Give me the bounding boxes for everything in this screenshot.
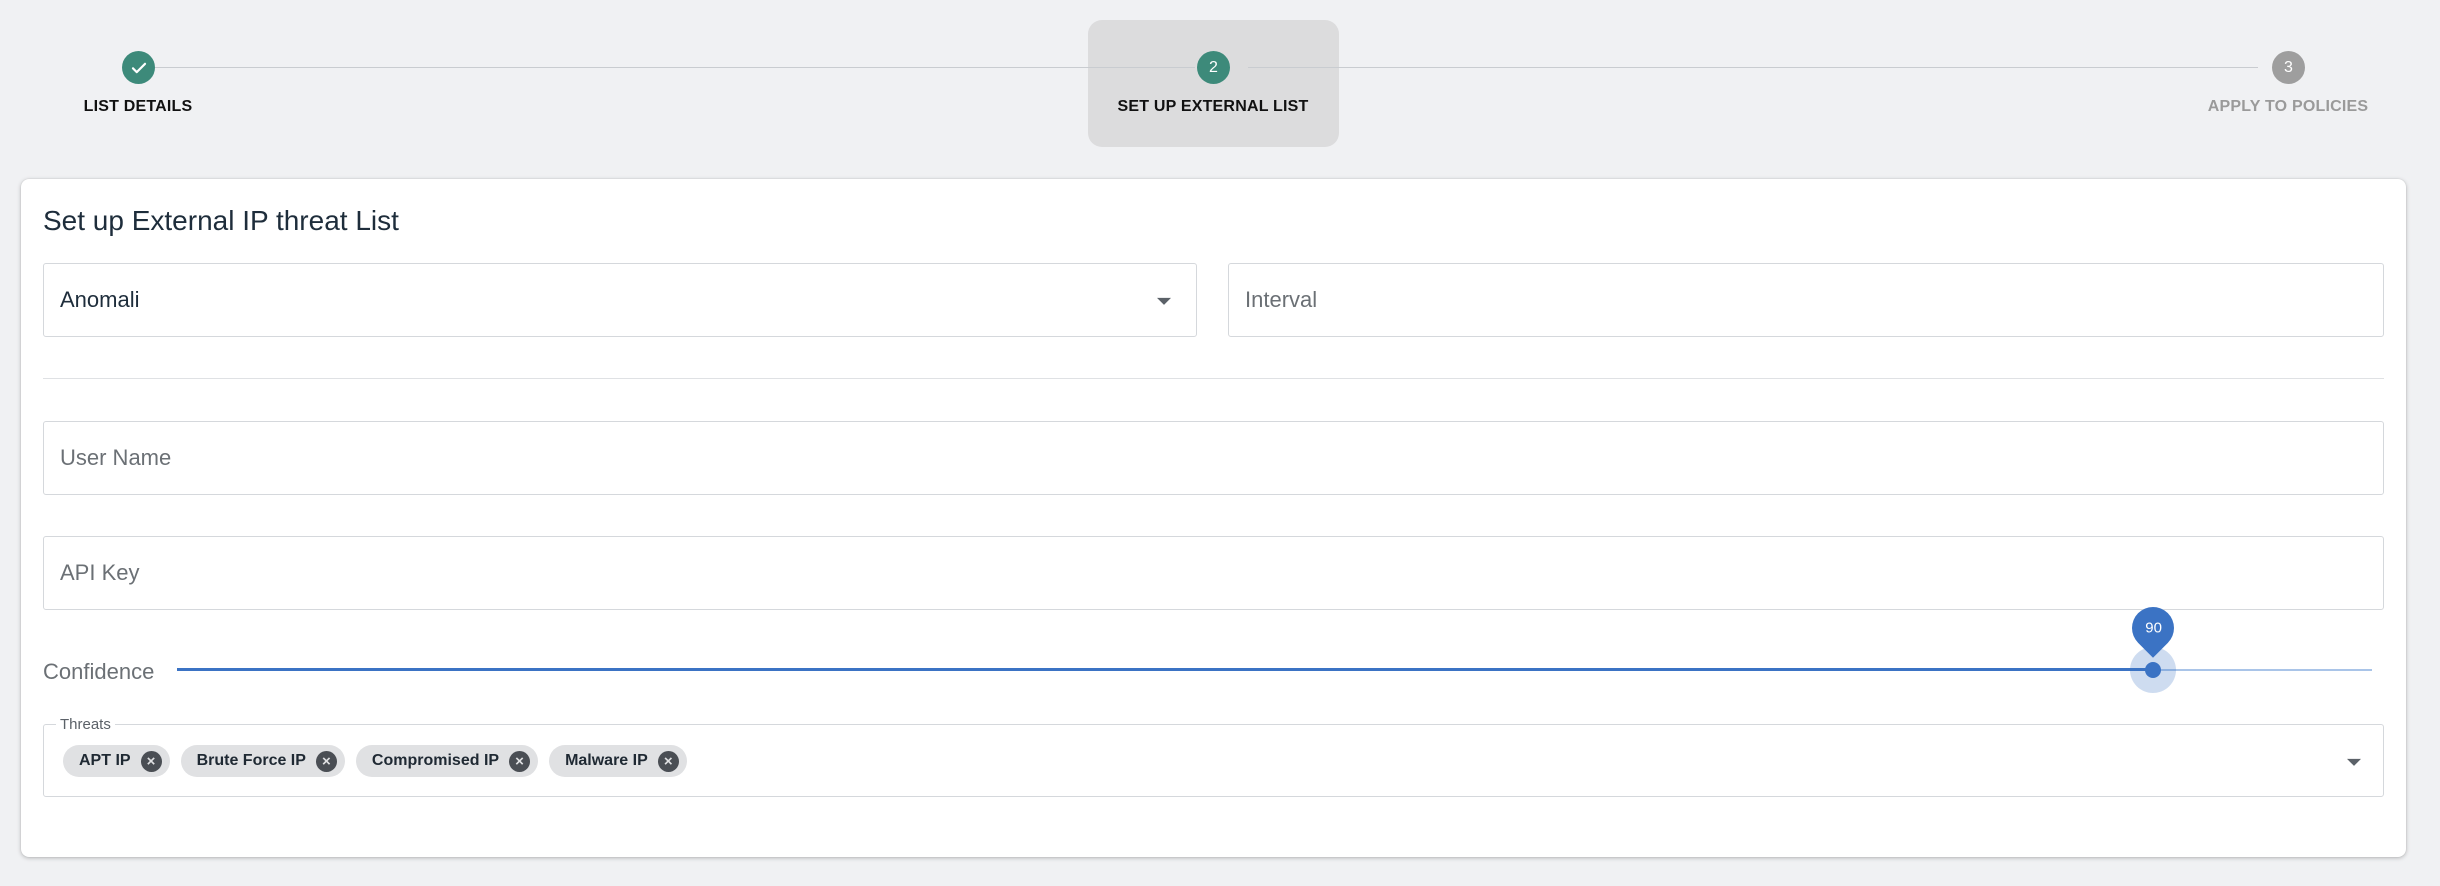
step-label: SET UP EXTERNAL LIST [1117, 98, 1309, 115]
divider [43, 378, 2384, 379]
step-label: APPLY TO POLICIES [2207, 98, 2369, 115]
step-label: LIST DETAILS [83, 98, 193, 115]
close-icon[interactable]: × [140, 750, 162, 772]
api-key-field[interactable]: API Key [43, 536, 2384, 610]
chip-label: Brute Force IP [196, 752, 306, 769]
provider-value: Anomali [60, 287, 140, 312]
chip-label: Compromised IP [371, 752, 500, 769]
provider-select[interactable]: Anomali [43, 263, 1197, 337]
api-key-placeholder: API Key [60, 560, 140, 585]
stepper: LIST DETAILS 2 SET UP EXTERNAL LIST 3 AP… [0, 0, 2440, 170]
close-icon[interactable]: × [509, 750, 531, 772]
confidence-slider[interactable]: 90 [177, 598, 2372, 693]
chevron-down-icon [1157, 297, 1171, 305]
interval-field[interactable]: Interval [1228, 263, 2384, 337]
slider-value: 90 [2144, 619, 2162, 637]
slider-track [177, 668, 2153, 671]
step-number: 2 [1197, 51, 1230, 84]
threat-chip[interactable]: APT IP × [63, 745, 170, 777]
username-field[interactable]: User Name [43, 421, 2384, 495]
threat-chip[interactable]: Compromised IP × [355, 745, 539, 777]
close-icon[interactable]: × [315, 750, 337, 772]
check-icon [122, 51, 155, 84]
external-list-card: Set up External IP threat List Anomali I… [21, 179, 2406, 857]
interval-placeholder: Interval [1245, 287, 1318, 312]
slider-thumb[interactable] [2145, 662, 2161, 678]
chip-label: APT IP [79, 752, 131, 769]
confidence-label: Confidence [43, 659, 155, 684]
close-icon[interactable]: × [657, 750, 679, 772]
threats-select[interactable]: Threats APT IP × Brute Force IP × Compromise… [43, 716, 2384, 797]
threat-chip[interactable]: Brute Force IP × [180, 745, 345, 777]
threat-chips: APT IP × Brute Force IP × Compromised IP × Mal… [63, 745, 687, 777]
threats-label: Threats [56, 716, 115, 733]
chip-label: Malware IP [565, 752, 648, 769]
step-connector [155, 67, 1195, 68]
username-placeholder: User Name [60, 445, 172, 470]
page-title: Set up External IP threat List [43, 205, 399, 236]
chevron-down-icon[interactable] [2347, 758, 2361, 766]
step-connector [1248, 67, 2258, 68]
threat-chip[interactable]: Malware IP × [549, 745, 687, 777]
step-number: 3 [2272, 51, 2305, 84]
